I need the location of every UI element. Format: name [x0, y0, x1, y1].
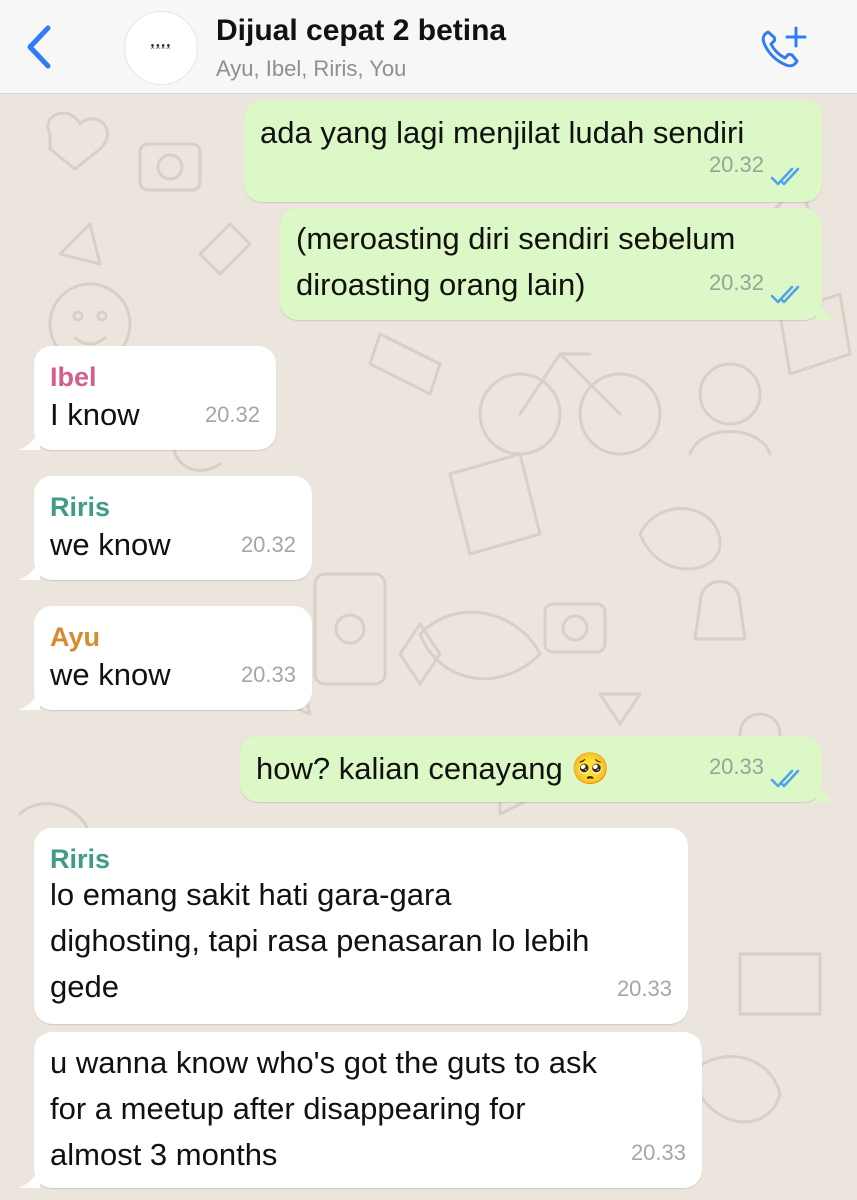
read-ticks-icon	[770, 285, 800, 304]
incoming-message[interactable]: u wanna know who's got the guts to ask f…	[34, 1032, 702, 1188]
message-text: I know	[50, 397, 140, 432]
add-call-button[interactable]	[756, 24, 812, 72]
outgoing-message[interactable]: how? kalian cenayang 🥺 20.33	[240, 736, 822, 802]
avatar-doodle: ᵜᵜᵜᵜ	[150, 42, 172, 54]
outgoing-message[interactable]: (meroasting diri sendiri sebelum diroast…	[280, 208, 822, 320]
bubble-tail	[18, 1166, 40, 1188]
message-text: ada yang lagi menjilat ludah sendiri	[260, 115, 745, 150]
bubble-tail	[18, 428, 40, 450]
message-time: 20.33	[630, 1140, 686, 1165]
message-time: 20.32	[240, 532, 296, 557]
incoming-message[interactable]: Riris we know 20.32	[34, 476, 312, 580]
phone-plus-icon	[761, 26, 807, 68]
bubble-tail	[18, 688, 40, 710]
back-button[interactable]	[18, 22, 62, 72]
message-time: 20.33	[708, 754, 764, 779]
read-ticks-icon	[770, 769, 800, 788]
incoming-message[interactable]: Ayu we know 20.33	[34, 606, 312, 710]
message-text: we know	[50, 657, 171, 692]
message-text: (meroasting diri sendiri sebelum diroast…	[296, 221, 736, 302]
bubble-tail	[18, 558, 40, 580]
incoming-message[interactable]: Riris lo emang sakit hati gara-gara digh…	[34, 828, 688, 1024]
message-text: we know	[50, 527, 171, 562]
message-time: 20.32	[204, 402, 260, 427]
message-text: lo emang sakit hati gara-gara dighosting…	[50, 877, 590, 1004]
read-ticks-icon	[770, 167, 800, 186]
chat-header: ᵜᵜᵜᵜ Dijual cepat 2 betina Ayu, Ibel, Ri…	[0, 0, 857, 94]
chevron-left-icon	[27, 25, 51, 69]
message-time: 20.33	[616, 976, 672, 1001]
outgoing-message[interactable]: ada yang lagi menjilat ludah sendiri 20.…	[244, 100, 822, 202]
bubble-tail	[816, 780, 838, 802]
chat-title[interactable]: Dijual cepat 2 betina	[216, 14, 506, 48]
message-text: u wanna know who's got the guts to ask f…	[50, 1045, 598, 1172]
message-text: how? kalian cenayang 🥺	[256, 751, 610, 786]
bubble-tail	[816, 298, 838, 320]
message-time: 20.33	[240, 662, 296, 687]
message-time: 20.32	[708, 270, 764, 295]
incoming-message[interactable]: Ibel I know 20.32	[34, 346, 276, 450]
message-time: 20.32	[708, 152, 764, 177]
group-avatar[interactable]: ᵜᵜᵜᵜ	[124, 11, 198, 85]
message-list[interactable]: ada yang lagi menjilat ludah sendiri 20.…	[0, 94, 857, 1200]
chat-members[interactable]: Ayu, Ibel, Riris, You	[216, 56, 406, 82]
